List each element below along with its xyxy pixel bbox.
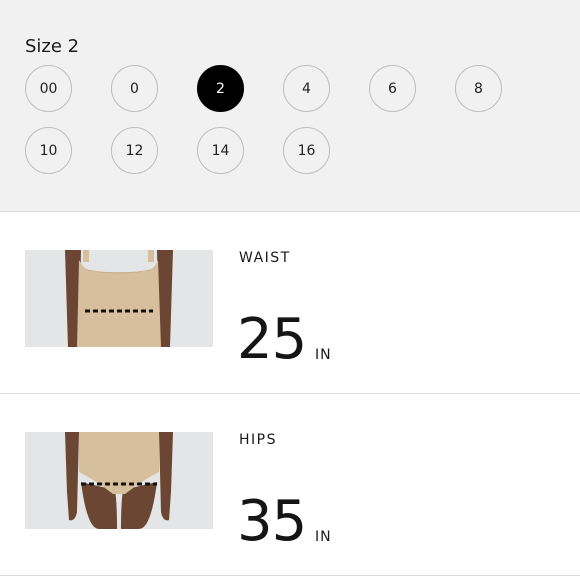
size-option-0[interactable]: 0: [111, 65, 158, 112]
size-option-16[interactable]: 16: [283, 127, 330, 174]
size-option-6[interactable]: 6: [369, 65, 416, 112]
waist-illustration: [25, 250, 213, 347]
waist-value: 25: [237, 307, 307, 372]
hips-unit: IN: [315, 529, 332, 545]
waist-unit: IN: [315, 347, 332, 363]
measurement-row-hips: HIPS 35 IN: [0, 395, 580, 576]
measurement-row-waist: WAIST 25 IN: [0, 213, 580, 394]
size-selector-title: Size 2: [25, 36, 80, 57]
size-selector-panel: Size 2 00 0 2 4 6 8 10 12 14 16: [0, 0, 580, 212]
model-hips-photo: [25, 432, 213, 529]
hips-label: HIPS: [239, 432, 277, 448]
hips-value: 35: [237, 489, 307, 554]
size-option-10[interactable]: 10: [25, 127, 72, 174]
size-option-14[interactable]: 14: [197, 127, 244, 174]
size-option-00[interactable]: 00: [25, 65, 72, 112]
size-option-12[interactable]: 12: [111, 127, 158, 174]
waist-label: WAIST: [239, 250, 291, 266]
size-option-2-selected[interactable]: 2: [197, 65, 244, 112]
hips-illustration: [25, 432, 213, 529]
size-option-8[interactable]: 8: [455, 65, 502, 112]
model-waist-photo: [25, 250, 213, 347]
size-option-4[interactable]: 4: [283, 65, 330, 112]
